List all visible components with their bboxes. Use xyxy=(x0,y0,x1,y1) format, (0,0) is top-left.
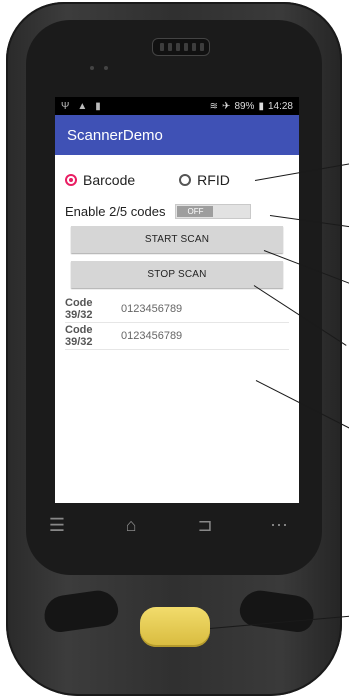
light-sensor xyxy=(104,66,108,70)
usb-icon: Ψ xyxy=(61,100,70,112)
app-title: ScannerDemo xyxy=(67,126,163,144)
codes-toggle-row: Enable 2/5 codes OFF xyxy=(65,200,289,222)
code-type: Code 39/32 xyxy=(65,297,93,321)
start-scan-button[interactable]: START SCAN xyxy=(71,226,283,253)
system-nav-bar: ☰ ⌂ ⊐ ⋯ xyxy=(20,503,316,547)
more-icon[interactable]: ⋯ xyxy=(259,515,299,536)
airplane-icon: ✈ xyxy=(222,100,231,112)
rfid-label: RFID xyxy=(197,172,230,188)
code-type: Code 39/32 xyxy=(65,324,93,348)
main-content: Barcode RFID Enable 2/5 codes OFF START … xyxy=(55,162,299,350)
wifi-icon: ≋ xyxy=(209,100,219,112)
list-item: Code 39/32 0123456789 xyxy=(65,296,289,323)
notification-icon: ▮ xyxy=(95,100,101,112)
device-screen: Ψ ▲ ▮ ≋ ✈ 89% ▮ 14:28 ScannerDemo Barcod… xyxy=(55,97,299,503)
app-bar: ScannerDemo xyxy=(55,115,299,155)
back-icon[interactable]: ⊐ xyxy=(185,515,225,536)
radio-selected-icon xyxy=(65,174,77,186)
battery-icon: ▮ xyxy=(258,100,264,112)
scan-trigger-button[interactable] xyxy=(140,607,210,647)
toggle-state: OFF xyxy=(177,205,214,217)
warning-icon: ▲ xyxy=(77,100,88,112)
barcode-label: Barcode xyxy=(83,172,136,188)
barcode-radio[interactable]: Barcode xyxy=(65,172,135,188)
status-bar: Ψ ▲ ▮ ≋ ✈ 89% ▮ 14:28 xyxy=(55,97,299,115)
list-item: Code 39/32 0123456789 xyxy=(65,323,289,350)
codes-toggle-switch[interactable]: OFF xyxy=(175,203,252,219)
menu-icon[interactable]: ☰ xyxy=(37,515,77,536)
earpiece-speaker xyxy=(152,38,210,56)
proximity-sensor xyxy=(90,66,94,70)
stop-scan-button[interactable]: STOP SCAN xyxy=(71,261,283,288)
rfid-radio[interactable]: RFID xyxy=(179,172,230,188)
codes-toggle-label: Enable 2/5 codes xyxy=(65,203,166,219)
radio-unselected-icon xyxy=(179,174,192,186)
battery-percent: 89% xyxy=(234,100,255,112)
results-list: Code 39/32 0123456789 Code 39/32 0123456… xyxy=(65,296,289,350)
clock: 14:28 xyxy=(267,100,293,112)
code-value: 0123456789 xyxy=(121,330,183,342)
code-value: 0123456789 xyxy=(121,303,183,315)
home-icon[interactable]: ⌂ xyxy=(111,515,151,536)
